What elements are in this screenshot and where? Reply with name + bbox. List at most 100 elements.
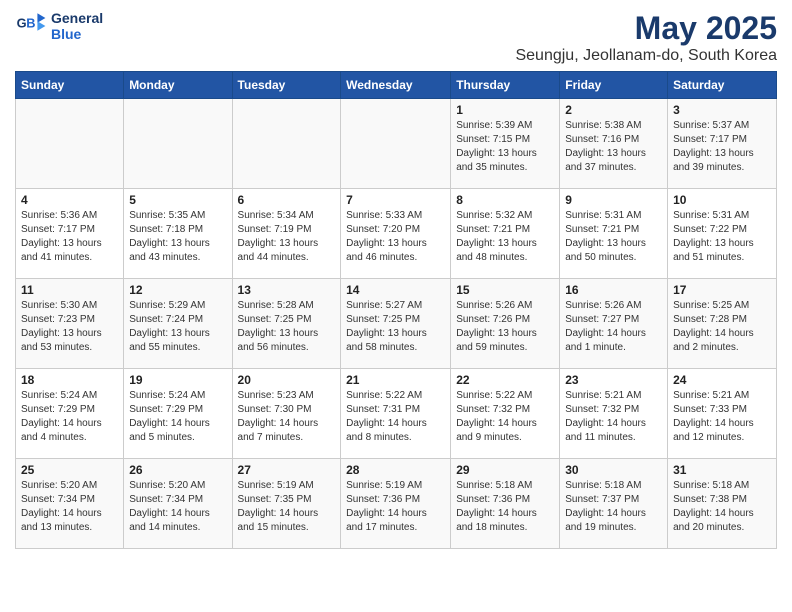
calendar-cell [232,99,341,189]
day-info: Sunrise: 5:24 AMSunset: 7:29 PMDaylight:… [21,389,118,445]
calendar-cell: 3Sunrise: 5:37 AMSunset: 7:17 PMDaylight… [668,99,777,189]
calendar-cell: 27 Sunrise: 5:19 AMSunset: 7:35 PMDayligh… [232,459,341,549]
calendar-cell: 24 Sunrise: 5:21 AMSunset: 7:33 PMDayligh… [668,369,777,459]
svg-text:B: B [26,16,35,31]
header-monday: Monday [124,72,232,99]
day-number: 22 [456,373,554,387]
day-info: Sunrise: 5:26 AMSunset: 7:26 PMDaylight:… [456,299,554,355]
day-number: 19 [129,373,226,387]
month-title: May 2025 [515,10,777,47]
calendar-cell: 18Sunrise: 5:24 AMSunset: 7:29 PMDayligh… [16,369,124,459]
location-title: Seungju, Jeollanam-do, South Korea [515,47,777,65]
day-info: Sunrise: 5:25 AMSunset: 7:28 PMDaylight:… [673,299,771,355]
header-wednesday: Wednesday [341,72,451,99]
calendar-cell: 10Sunrise: 5:31 AMSunset: 7:22 PMDayligh… [668,189,777,279]
header-tuesday: Tuesday [232,72,341,99]
calendar-cell: 12 Sunrise: 5:29 AMSunset: 7:24 PMDayligh… [124,279,232,369]
day-number: 23 [565,373,662,387]
svg-text:G: G [17,16,27,31]
calendar-cell: 11 Sunrise: 5:30 AMSunset: 7:23 PMDayligh… [16,279,124,369]
week-row-3: 11 Sunrise: 5:30 AMSunset: 7:23 PMDayligh… [16,279,777,369]
day-number: 12 [129,283,226,297]
calendar-cell [341,99,451,189]
day-number: 4 [21,193,118,207]
calendar-cell: 8 Sunrise: 5:32 AMSunset: 7:21 PMDaylight… [451,189,560,279]
day-info: Sunrise: 5:36 AMSunset: 7:17 PMDaylight:… [21,209,118,265]
day-number: 1 [456,103,554,117]
day-number: 29 [456,463,554,477]
day-info: Sunrise: 5:20 AMSunset: 7:34 PMDaylight:… [129,479,226,535]
header-sunday: Sunday [16,72,124,99]
day-number: 11 [21,283,118,297]
day-number: 21 [346,373,445,387]
header-friday: Friday [560,72,668,99]
day-info: Sunrise: 5:18 AMSunset: 7:38 PMDaylight:… [673,479,771,535]
header-thursday: Thursday [451,72,560,99]
day-number: 2 [565,103,662,117]
logo-text: General Blue [51,10,103,42]
calendar-cell: 15 Sunrise: 5:26 AMSunset: 7:26 PMDayligh… [451,279,560,369]
day-number: 27 [238,463,336,477]
logo: G B General Blue [15,10,103,42]
title-block: May 2025 Seungju, Jeollanam-do, South Ko… [515,10,777,65]
day-info: Sunrise: 5:19 AMSunset: 7:36 PMDaylight:… [346,479,445,535]
day-info: Sunrise: 5:32 AMSunset: 7:21 PMDaylight:… [456,209,554,265]
calendar-cell: 19Sunrise: 5:24 AMSunset: 7:29 PMDayligh… [124,369,232,459]
calendar-cell: 23Sunrise: 5:21 AMSunset: 7:32 PMDayligh… [560,369,668,459]
day-number: 7 [346,193,445,207]
logo-icon: G B [15,10,47,42]
calendar-cell: 29 Sunrise: 5:18 AMSunset: 7:36 PMDayligh… [451,459,560,549]
day-number: 20 [238,373,336,387]
day-info: Sunrise: 5:35 AMSunset: 7:18 PMDaylight:… [129,209,226,265]
page-header: G B General Blue May 2025 Seungju, Jeoll… [15,10,777,65]
day-info: Sunrise: 5:21 AMSunset: 7:33 PMDaylight:… [673,389,771,445]
day-number: 26 [129,463,226,477]
calendar-cell: 25 Sunrise: 5:20 AMSunset: 7:34 PMDayligh… [16,459,124,549]
day-number: 3 [673,103,771,117]
calendar-cell: 30Sunrise: 5:18 AMSunset: 7:37 PMDayligh… [560,459,668,549]
day-number: 9 [565,193,662,207]
day-info: Sunrise: 5:39 AMSunset: 7:15 PMDaylight:… [456,119,554,175]
calendar-cell: 26 Sunrise: 5:20 AMSunset: 7:34 PMDayligh… [124,459,232,549]
calendar-cell [16,99,124,189]
day-info: Sunrise: 5:29 AMSunset: 7:24 PMDaylight:… [129,299,226,355]
calendar-cell: 5Sunrise: 5:35 AMSunset: 7:18 PMDaylight… [124,189,232,279]
day-info: Sunrise: 5:33 AMSunset: 7:20 PMDaylight:… [346,209,445,265]
week-row-4: 18Sunrise: 5:24 AMSunset: 7:29 PMDayligh… [16,369,777,459]
day-info: Sunrise: 5:26 AMSunset: 7:27 PMDaylight:… [565,299,662,355]
calendar-cell [124,99,232,189]
calendar-cell: 1 Sunrise: 5:39 AMSunset: 7:15 PMDaylight… [451,99,560,189]
calendar-cell: 7 Sunrise: 5:33 AMSunset: 7:20 PMDaylight… [341,189,451,279]
day-number: 6 [238,193,336,207]
week-row-2: 4 Sunrise: 5:36 AMSunset: 7:17 PMDaylight… [16,189,777,279]
day-info: Sunrise: 5:23 AMSunset: 7:30 PMDaylight:… [238,389,336,445]
calendar-table: SundayMondayTuesdayWednesdayThursdayFrid… [15,71,777,549]
day-number: 25 [21,463,118,477]
calendar-cell: 17 Sunrise: 5:25 AMSunset: 7:28 PMDayligh… [668,279,777,369]
calendar-cell: 31 Sunrise: 5:18 AMSunset: 7:38 PMDayligh… [668,459,777,549]
calendar-cell: 4 Sunrise: 5:36 AMSunset: 7:17 PMDaylight… [16,189,124,279]
day-info: Sunrise: 5:19 AMSunset: 7:35 PMDaylight:… [238,479,336,535]
day-info: Sunrise: 5:30 AMSunset: 7:23 PMDaylight:… [21,299,118,355]
day-number: 17 [673,283,771,297]
day-info: Sunrise: 5:22 AMSunset: 7:31 PMDaylight:… [346,389,445,445]
day-number: 15 [456,283,554,297]
day-info: Sunrise: 5:34 AMSunset: 7:19 PMDaylight:… [238,209,336,265]
calendar-cell: 16 Sunrise: 5:26 AMSunset: 7:27 PMDayligh… [560,279,668,369]
day-info: Sunrise: 5:27 AMSunset: 7:25 PMDaylight:… [346,299,445,355]
day-number: 31 [673,463,771,477]
day-number: 8 [456,193,554,207]
day-number: 28 [346,463,445,477]
day-info: Sunrise: 5:20 AMSunset: 7:34 PMDaylight:… [21,479,118,535]
day-number: 16 [565,283,662,297]
day-info: Sunrise: 5:38 AMSunset: 7:16 PMDaylight:… [565,119,662,175]
calendar-cell: 20 Sunrise: 5:23 AMSunset: 7:30 PMDayligh… [232,369,341,459]
day-number: 13 [238,283,336,297]
day-number: 30 [565,463,662,477]
day-number: 24 [673,373,771,387]
calendar-cell: 9Sunrise: 5:31 AMSunset: 7:21 PMDaylight… [560,189,668,279]
day-info: Sunrise: 5:18 AMSunset: 7:36 PMDaylight:… [456,479,554,535]
day-info: Sunrise: 5:22 AMSunset: 7:32 PMDaylight:… [456,389,554,445]
day-number: 10 [673,193,771,207]
calendar-header-row: SundayMondayTuesdayWednesdayThursdayFrid… [16,72,777,99]
